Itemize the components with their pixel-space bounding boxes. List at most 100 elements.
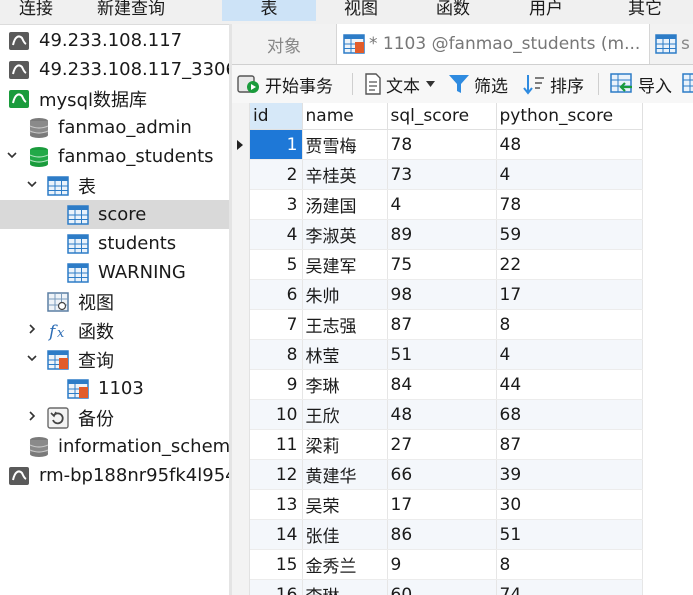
cell-sql-score[interactable]: 51 — [387, 339, 497, 370]
cell-sql-score[interactable]: 4 — [387, 189, 497, 220]
cell-sql-score[interactable]: 27 — [387, 429, 497, 460]
cell-python-score[interactable]: 51 — [496, 519, 643, 550]
tree-item-table-students[interactable]: students — [0, 229, 229, 258]
text-button[interactable]: 文本 — [364, 65, 435, 103]
table-row[interactable]: 5 吴建军 75 22 — [250, 249, 643, 280]
tree-item-functions-folder[interactable]: fx 函数 — [0, 316, 229, 345]
column-header-id[interactable]: id — [250, 103, 303, 130]
tree-item-table-score[interactable]: score — [0, 200, 229, 229]
table-row[interactable]: 14 张佳 86 51 — [250, 519, 643, 550]
cell-id[interactable]: 9 — [250, 369, 303, 400]
begin-transaction-button[interactable]: 开始事务 — [237, 65, 333, 103]
cell-name[interactable]: 吴建军 — [302, 249, 388, 280]
cell-sql-score[interactable]: 9 — [387, 549, 497, 580]
view-button[interactable]: 视图 — [344, 0, 378, 21]
cell-python-score[interactable]: 68 — [496, 399, 643, 430]
table-row[interactable]: 8 林莹 51 4 — [250, 339, 643, 370]
cell-python-score[interactable]: 39 — [496, 459, 643, 490]
cell-id[interactable]: 4 — [250, 219, 303, 250]
tab-third[interactable]: s — [650, 24, 693, 64]
table-row[interactable]: 12 黄建华 66 39 — [250, 459, 643, 490]
cell-python-score[interactable]: 30 — [496, 489, 643, 520]
cell-id[interactable]: 3 — [250, 189, 303, 220]
table-row[interactable]: 7 王志强 87 8 — [250, 309, 643, 340]
cell-python-score[interactable]: 59 — [496, 219, 643, 250]
cell-id[interactable]: 2 — [250, 159, 303, 190]
column-header-python-score[interactable]: python_score — [496, 103, 643, 130]
cell-id[interactable]: 14 — [250, 519, 303, 550]
tree-item-tables-folder[interactable]: 表 — [0, 171, 229, 200]
cell-sql-score[interactable]: 17 — [387, 489, 497, 520]
cell-sql-score[interactable]: 73 — [387, 159, 497, 190]
connect-button[interactable]: 连接 — [19, 0, 53, 21]
cell-id[interactable]: 6 — [250, 279, 303, 310]
table-row[interactable]: 16李琳6074 — [250, 579, 643, 595]
table-row[interactable]: 11 梁莉 27 87 — [250, 429, 643, 460]
filter-button[interactable]: 筛选 — [448, 65, 508, 103]
cell-sql-score[interactable]: 89 — [387, 219, 497, 250]
tab-objects[interactable]: 对象 — [232, 24, 337, 64]
cell-python-score[interactable]: 48 — [496, 129, 643, 160]
cell-name[interactable]: 李琳 — [302, 579, 388, 595]
cell-name[interactable]: 林莹 — [302, 339, 388, 370]
table-row[interactable]: 2 辛桂英 73 4 — [250, 159, 643, 190]
cell-name[interactable]: 汤建国 — [302, 189, 388, 220]
new-query-button[interactable]: 新建查询 — [97, 0, 165, 21]
other-button[interactable]: 其它 — [628, 0, 662, 21]
cell-name[interactable]: 黄建华 — [302, 459, 388, 490]
column-header-sql-score[interactable]: sql_score — [387, 103, 497, 130]
cell-id[interactable]: 10 — [250, 399, 303, 430]
user-button[interactable]: 用户 — [529, 0, 563, 21]
cell-name[interactable]: 李淑英 — [302, 219, 388, 250]
cell-python-score[interactable]: 22 — [496, 249, 643, 280]
export-button[interactable] — [682, 65, 693, 103]
cell-python-score[interactable]: 4 — [496, 339, 643, 370]
tree-item-backups-folder[interactable]: 备份 — [0, 403, 229, 432]
chevron-down-icon[interactable] — [25, 178, 39, 194]
table-row[interactable]: 10 王欣 48 68 — [250, 399, 643, 430]
table-button[interactable]: 表 — [222, 0, 316, 21]
import-button[interactable]: 导入 — [610, 65, 672, 103]
cell-id[interactable]: 8 — [250, 339, 303, 370]
chevron-down-icon[interactable] — [5, 149, 19, 165]
cell-id[interactable]: 11 — [250, 429, 303, 460]
tab-query-1103[interactable]: * 1103 @fanmao_students (m... — [337, 24, 650, 64]
cell-name[interactable]: 吴荣 — [302, 489, 388, 520]
tree-item-database-information-schema[interactable]: information_schema — [0, 432, 229, 461]
cell-sql-score[interactable]: 87 — [387, 309, 497, 340]
tree-item-queries-folder[interactable]: 查询 — [0, 345, 229, 374]
cell-id[interactable]: 13 — [250, 489, 303, 520]
cell-sql-score[interactable]: 84 — [387, 369, 497, 400]
table-row[interactable]: 1 贾雪梅 78 48 — [250, 129, 643, 160]
cell-python-score[interactable]: 17 — [496, 279, 643, 310]
cell-name[interactable]: 王欣 — [302, 399, 388, 430]
table-row[interactable]: 3 汤建国 4 78 — [250, 189, 643, 220]
tree-item-views-folder[interactable]: 视图 — [0, 287, 229, 316]
cell-name[interactable]: 梁莉 — [302, 429, 388, 460]
chevron-right-icon[interactable] — [25, 323, 39, 339]
column-header-name[interactable]: name — [302, 103, 388, 130]
sort-button[interactable]: 排序 — [522, 65, 584, 103]
tree-item-query-1103[interactable]: 1103 — [0, 374, 229, 403]
cell-name[interactable]: 贾雪梅 — [302, 129, 388, 160]
cell-sql-score[interactable]: 66 — [387, 459, 497, 490]
tree-item-table-warning[interactable]: WARNING — [0, 258, 229, 287]
cell-sql-score[interactable]: 75 — [387, 249, 497, 280]
table-row[interactable]: 13 吴荣 17 30 — [250, 489, 643, 520]
cell-sql-score[interactable]: 86 — [387, 519, 497, 550]
tree-item-server-2[interactable]: 49.233.108.117_3306 — [0, 55, 229, 84]
tree-item-database-fanmao-admin[interactable]: fanmao_admin — [0, 113, 229, 142]
tree-item-server-1[interactable]: 49.233.108.117 — [0, 26, 229, 55]
cell-id[interactable]: 15 — [250, 549, 303, 580]
chevron-right-icon[interactable] — [25, 410, 39, 426]
function-button[interactable]: 函数 — [436, 0, 470, 21]
cell-python-score[interactable]: 74 — [496, 579, 643, 595]
cell-name[interactable]: 张佳 — [302, 519, 388, 550]
cell-python-score[interactable]: 4 — [496, 159, 643, 190]
cell-python-score[interactable]: 8 — [496, 549, 643, 580]
tree-item-database-fanmao-students[interactable]: fanmao_students — [0, 142, 229, 171]
cell-name[interactable]: 金秀兰 — [302, 549, 388, 580]
cell-id[interactable]: 16 — [250, 579, 303, 595]
cell-python-score[interactable]: 8 — [496, 309, 643, 340]
cell-sql-score[interactable]: 78 — [387, 129, 497, 160]
